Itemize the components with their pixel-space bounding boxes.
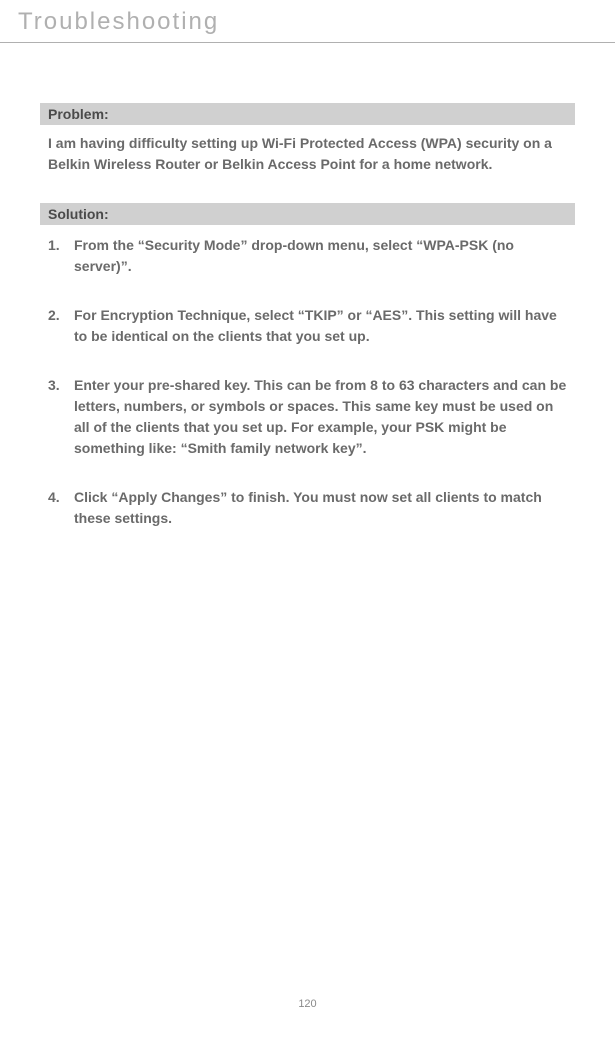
item-number: 4. [48, 487, 74, 529]
list-item: 4. Click “Apply Changes” to finish. You … [48, 487, 567, 529]
item-number: 2. [48, 305, 74, 347]
solution-label: Solution: [40, 203, 575, 225]
page-number: 120 [0, 998, 615, 1010]
list-item: 2. For Encryption Technique, select “TKI… [48, 305, 567, 347]
item-text: From the “Security Mode” drop-down menu,… [74, 235, 567, 277]
problem-label: Problem: [40, 103, 575, 125]
content-area: Problem: I am having difficulty setting … [0, 43, 615, 529]
item-text: For Encryption Technique, select “TKIP” … [74, 305, 567, 347]
item-number: 3. [48, 375, 74, 459]
list-item: 1. From the “Security Mode” drop-down me… [48, 235, 567, 277]
page-title: Troubleshooting [0, 0, 615, 42]
item-text: Click “Apply Changes” to finish. You mus… [74, 487, 567, 529]
problem-text: I am having difficulty setting up Wi-Fi … [40, 131, 575, 175]
solution-list: 1. From the “Security Mode” drop-down me… [40, 231, 575, 529]
item-text: Enter your pre-shared key. This can be f… [74, 375, 567, 459]
list-item: 3. Enter your pre-shared key. This can b… [48, 375, 567, 459]
item-number: 1. [48, 235, 74, 277]
